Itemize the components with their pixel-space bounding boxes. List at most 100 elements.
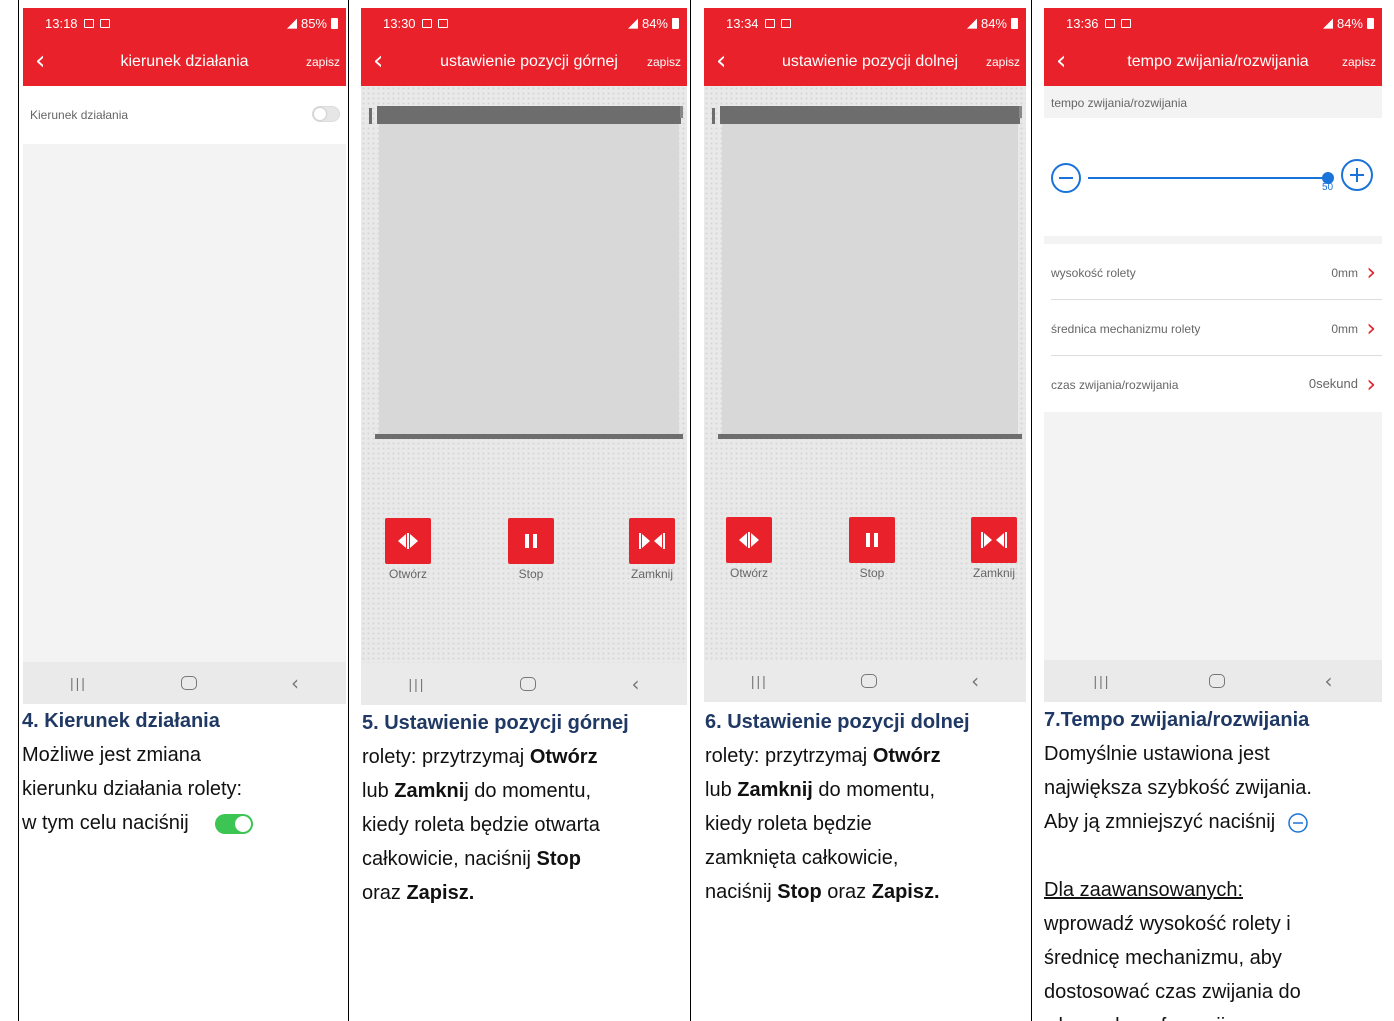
screen-7-column: 13:36 ◢ 84% ‹ tempo zwijania/rozwijania z… bbox=[1032, 0, 1394, 1021]
gallery-icon bbox=[437, 18, 448, 28]
screen-title: ustawienie pozycji dolnej bbox=[781, 53, 959, 70]
battery-icon bbox=[1367, 17, 1374, 29]
caption-text: naciśnij bbox=[705, 881, 778, 903]
app-bar: ‹ ustawienie pozycji górnej zapisz bbox=[361, 38, 687, 86]
recents-icon[interactable]: ||| bbox=[1094, 673, 1111, 689]
caption-bold: Zamknij bbox=[737, 779, 813, 801]
stop-button[interactable] bbox=[849, 517, 895, 563]
caption-text: lub bbox=[362, 780, 395, 802]
section-header: tempo zwijania/rozwijania bbox=[1044, 86, 1382, 118]
speed-slider-track[interactable] bbox=[1088, 172, 1334, 184]
advanced-label: Dla zaawansowanych: bbox=[1044, 879, 1243, 901]
toggle-on-icon bbox=[214, 813, 253, 834]
caption-line: Możliwe jest zmiana bbox=[22, 744, 201, 766]
setting-label: Kierunek działania bbox=[30, 108, 129, 122]
caption-bold: Stop bbox=[536, 848, 581, 870]
system-nav-bar: ||| ‹ bbox=[1044, 660, 1382, 702]
row-label: średnica mechanizmu rolety bbox=[1051, 322, 1201, 336]
close-button[interactable] bbox=[971, 517, 1017, 563]
nav-back-icon[interactable]: ‹ bbox=[1324, 669, 1332, 693]
caption-heading: 6. Ustawienie pozycji dolnej bbox=[705, 711, 970, 733]
save-button[interactable]: zapisz bbox=[647, 55, 681, 69]
home-icon[interactable] bbox=[1209, 674, 1226, 688]
close-label: Zamknij bbox=[972, 566, 1015, 580]
slider-panel: 50 bbox=[1044, 118, 1382, 236]
pause-icon bbox=[525, 534, 537, 548]
caption-bold: Stop bbox=[777, 881, 822, 903]
setting-row: Kierunek działania bbox=[23, 86, 346, 144]
signal-icon: ◢ bbox=[627, 15, 638, 30]
caption-text: zamknięta całkowicie, bbox=[705, 847, 899, 869]
row-value: 0sekund bbox=[1308, 376, 1358, 391]
nav-back-icon[interactable]: ‹ bbox=[631, 672, 639, 696]
caption-text: rolety: przytrzymaj bbox=[362, 746, 530, 768]
open-arrows-icon bbox=[739, 532, 759, 548]
screen-4-column: 13:18 ◢ 85% ‹ kierunek działania zapisz K… bbox=[19, 0, 348, 1021]
nav-back-icon[interactable]: ‹ bbox=[971, 669, 979, 693]
caption-line: kierunku działania rolety: bbox=[22, 778, 243, 800]
recents-icon[interactable]: ||| bbox=[751, 673, 768, 689]
save-button[interactable]: zapisz bbox=[306, 55, 340, 69]
gallery-icon bbox=[780, 18, 791, 28]
blind-roller bbox=[377, 106, 681, 124]
row-value: 0mm bbox=[1331, 266, 1358, 280]
nav-back-icon[interactable]: ‹ bbox=[291, 671, 299, 695]
caption-line: największa szybkość zwijania. bbox=[1044, 777, 1312, 799]
plus-circle-icon[interactable] bbox=[1340, 158, 1374, 192]
caption-line: dostosować czas zwijania do bbox=[1044, 981, 1301, 1003]
caption-bold: Otwórz bbox=[529, 746, 598, 768]
caption-text: kiedy roleta będzie bbox=[705, 813, 872, 835]
caption-text: całkowicie, naciśnij bbox=[362, 848, 537, 870]
open-button[interactable] bbox=[726, 517, 772, 563]
list-item[interactable]: średnica mechanizmu rolety 0mm › bbox=[1051, 300, 1382, 356]
stop-label: Stop bbox=[859, 566, 885, 580]
phone-screen-top-position: 13:30 ◢ 84% ‹ ustawienie pozycji górnej z… bbox=[361, 8, 687, 705]
save-button[interactable]: zapisz bbox=[986, 55, 1020, 69]
blind-bracket-left bbox=[369, 108, 372, 124]
minus-circle-icon[interactable] bbox=[1050, 162, 1082, 194]
gallery-icon bbox=[1104, 18, 1115, 28]
status-bar: 13:18 ◢ 85% bbox=[23, 8, 346, 38]
battery-icon bbox=[1011, 17, 1018, 29]
open-control: Otwórz bbox=[381, 518, 435, 581]
caption-line: średnicę mechanizmu, aby bbox=[1044, 947, 1282, 969]
speed-slider-fill bbox=[1088, 177, 1328, 179]
system-nav-bar: ||| ‹ bbox=[23, 662, 346, 704]
home-icon[interactable] bbox=[180, 676, 197, 690]
open-arrows-icon bbox=[398, 533, 418, 549]
pause-icon bbox=[866, 533, 878, 547]
open-button[interactable] bbox=[385, 518, 431, 564]
recents-icon[interactable]: ||| bbox=[409, 676, 426, 692]
home-icon[interactable] bbox=[520, 677, 537, 691]
open-label: Otwórz bbox=[388, 567, 427, 581]
close-arrows-icon bbox=[639, 533, 665, 549]
caption-text: do momentu, bbox=[812, 779, 936, 801]
notification-icon bbox=[421, 18, 432, 28]
caption-6: 6. Ustawienie pozycji dolnej rolety: prz… bbox=[705, 705, 970, 909]
recents-icon[interactable]: ||| bbox=[70, 675, 87, 691]
caption-line: Aby ją zmniejszyć naciśnij bbox=[1044, 811, 1276, 833]
signal-icon: ◢ bbox=[1322, 15, 1333, 30]
caption-text: oraz bbox=[362, 882, 407, 904]
home-icon[interactable] bbox=[861, 674, 878, 688]
battery-level: 84% bbox=[980, 15, 1007, 31]
stop-button[interactable] bbox=[508, 518, 554, 564]
caption-7: 7.Tempo zwijania/rozwijania Domyślnie us… bbox=[1044, 703, 1312, 1021]
open-control: Otwórz bbox=[722, 517, 776, 580]
caption-text: j do momentu, bbox=[464, 780, 592, 802]
list-item[interactable]: wysokość rolety 0mm › bbox=[1051, 244, 1382, 300]
signal-icon: ◢ bbox=[966, 15, 977, 30]
blind-preview: Otwórz Stop Zamknij bbox=[361, 86, 687, 663]
slider-value: 50 bbox=[1322, 182, 1334, 193]
close-button[interactable] bbox=[629, 518, 675, 564]
status-time: 13:18 bbox=[45, 15, 78, 31]
blind-fabric bbox=[379, 124, 679, 434]
direction-toggle[interactable] bbox=[312, 106, 340, 122]
app-bar: ‹ tempo zwijania/rozwijania zapisz bbox=[1044, 38, 1382, 86]
status-bar: 13:30 ◢ 84% bbox=[361, 8, 687, 38]
status-time: 13:30 bbox=[383, 15, 416, 31]
list-item[interactable]: czas zwijania/rozwijania 0sekund › bbox=[1051, 356, 1382, 412]
save-button[interactable]: zapisz bbox=[1342, 55, 1376, 69]
caption-line: wprowadź wysokość rolety i bbox=[1044, 913, 1291, 935]
row-value: 0mm bbox=[1331, 322, 1358, 336]
